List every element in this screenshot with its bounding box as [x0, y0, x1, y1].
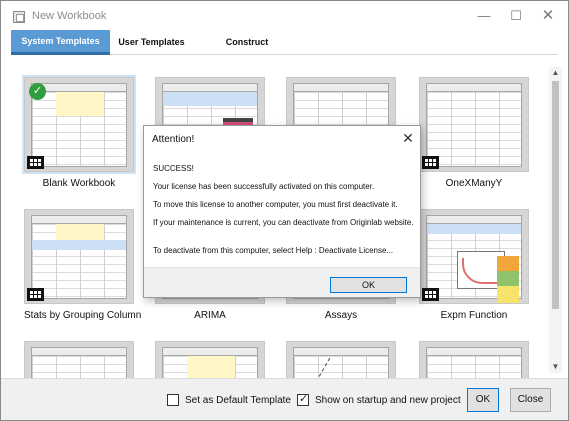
workbook-icon: [27, 288, 44, 301]
message-deactivate: To deactivate from this computer, select…: [153, 246, 394, 255]
close-button[interactable]: Close: [510, 388, 551, 412]
template-label: Stats by Grouping Column: [24, 310, 142, 321]
worksheet-preview: [31, 215, 127, 299]
template-thumbnail: [286, 341, 396, 378]
title-bar: New Workbook — ☐ ✕: [1, 1, 568, 31]
workbook-icon: [27, 156, 44, 169]
dialog-footer: Set as Default Template Show on startup …: [1, 378, 568, 420]
gallery-scrollbar[interactable]: ▲ ▼: [549, 67, 562, 373]
template-tabs: System Templates User Templates Construc…: [11, 30, 558, 72]
tab-system-templates[interactable]: System Templates: [11, 30, 110, 55]
worksheet-preview: [31, 347, 127, 378]
minimize-icon[interactable]: —: [471, 5, 497, 27]
worksheet-preview: [426, 215, 522, 303]
message-success: SUCCESS!: [153, 164, 194, 173]
scroll-up-icon[interactable]: ▲: [549, 67, 562, 79]
message-move-license: To move this license to another computer…: [153, 200, 398, 209]
app-icon: [13, 11, 25, 23]
dialog-close-icon[interactable]: ✕: [398, 128, 418, 148]
ok-button[interactable]: OK: [467, 388, 499, 412]
worksheet-preview: [162, 347, 258, 378]
maximize-icon[interactable]: ☐: [503, 5, 529, 27]
worksheet-preview: [31, 83, 127, 167]
dialog-message: SUCCESS! Your license has been successfu…: [144, 150, 420, 265]
window-title: New Workbook: [32, 10, 107, 22]
scroll-thumb[interactable]: [552, 81, 559, 309]
template-label: Expm Function: [440, 310, 508, 321]
message-maintenance: If your maintenance is current, you can …: [153, 218, 414, 227]
attention-dialog: Attention! ✕ SUCCESS! Your license has b…: [143, 125, 421, 298]
dialog-footer-bar: OK: [144, 267, 420, 297]
checkmark-icon: ✓: [29, 83, 46, 100]
template-thumbnail: ✓: [22, 75, 136, 174]
worksheet-preview: [426, 347, 522, 378]
template-label: OneXManyY: [445, 178, 503, 189]
default-template-option[interactable]: Set as Default Template: [167, 393, 291, 407]
worksheet-preview: [426, 83, 522, 167]
template-thumbnail: [419, 341, 529, 378]
template-thumbnail: [419, 77, 529, 172]
dialog-title: Attention!: [152, 134, 195, 145]
close-icon[interactable]: ✕: [535, 5, 561, 27]
template-thumbnail: [419, 209, 529, 304]
new-workbook-window: New Workbook — ☐ ✕ System Templates User…: [0, 0, 569, 421]
template-thumbnail: [24, 209, 134, 304]
dialog-ok-button[interactable]: OK: [330, 277, 407, 293]
tab-user-templates[interactable]: User Templates: [114, 30, 189, 55]
default-template-checkbox[interactable]: [167, 394, 179, 406]
worksheet-preview: [293, 347, 390, 378]
template-thumbnail: [155, 341, 265, 378]
show-on-startup-option[interactable]: Show on startup and new project: [297, 392, 461, 407]
scroll-down-icon[interactable]: ▼: [549, 361, 562, 373]
default-template-label: Set as Default Template: [185, 394, 291, 406]
show-on-startup-label: Show on startup and new project: [315, 394, 461, 406]
template-thumbnail: [24, 341, 134, 378]
tab-construct-worksheet[interactable]: Construct Worksheet: [202, 30, 292, 72]
workbook-icon: [422, 288, 439, 301]
message-activated: Your license has been successfully activ…: [153, 182, 375, 191]
template-label: Assays: [324, 310, 358, 321]
show-on-startup-checkbox[interactable]: [297, 392, 309, 406]
workbook-icon: [422, 156, 439, 169]
template-label: ARIMA: [194, 310, 226, 321]
template-label: Blank Workbook: [42, 178, 116, 189]
